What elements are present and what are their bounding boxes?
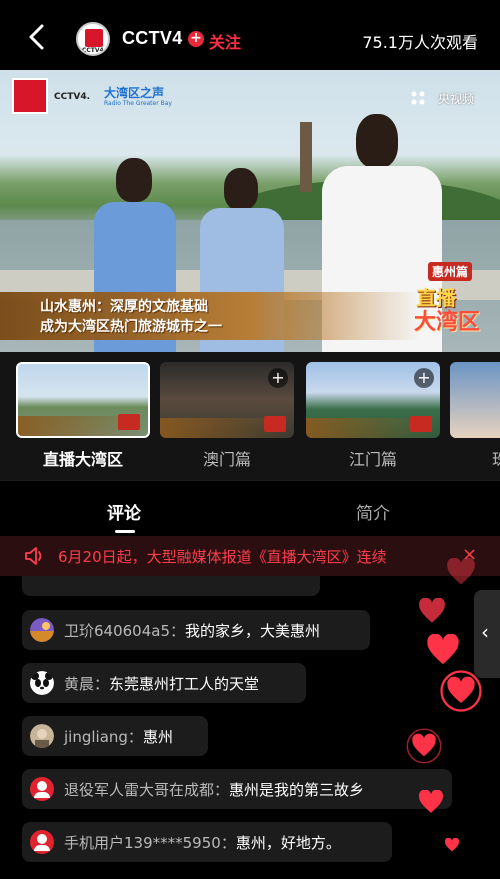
cctv4-logo-text: CCTV4. (54, 92, 90, 102)
video-scene-pagoda (300, 122, 312, 192)
comment-item: 卫玠640604a5：我的家乡，大美惠州 (22, 610, 370, 650)
comment-item: 手机用户139****5950：惠州，好地方。 (22, 822, 392, 862)
episode-thumbnail[interactable]: + (160, 362, 294, 438)
comment-username[interactable]: 手机用户139****5950 (64, 834, 221, 852)
add-icon[interactable]: + (268, 368, 288, 388)
comment-item-partial (22, 576, 320, 596)
episode-strip: + + 直播大湾区 澳门篇 江门篇 珠 (0, 352, 500, 480)
user-avatar[interactable] (30, 724, 54, 748)
add-icon[interactable]: + (414, 368, 434, 388)
comment-message: 惠州，好地方。 (235, 834, 341, 852)
comment-username[interactable]: jingliang (64, 728, 128, 746)
default-avatar-icon[interactable] (30, 830, 54, 854)
watermark-icon (411, 91, 425, 105)
default-avatar-icon[interactable] (30, 777, 54, 801)
panda-avatar[interactable] (30, 671, 54, 695)
episode-label[interactable]: 珠 (450, 446, 500, 470)
comment-username[interactable]: 退役军人雷大哥在成都 (64, 781, 214, 799)
channel-avatar[interactable]: CCTV4 (76, 22, 110, 56)
tab-intro[interactable]: 简介 (356, 499, 390, 524)
episode-thumbnail[interactable] (450, 362, 500, 438)
video-player[interactable]: CCTV4. 大湾区之声 Radio The Greater Bay 央视频 山… (0, 70, 500, 352)
comment-item: 退役军人雷大哥在成都：惠州是我的第三故乡 (22, 769, 452, 809)
side-panel-toggle[interactable]: ‹ (474, 590, 500, 678)
caption-line-2: 成为大湾区热门旅游城市之一 (40, 319, 222, 335)
channel-name[interactable]: CCTV4 (122, 28, 183, 49)
announcement-bar[interactable]: 6月20日起，大型融媒体报道《直播大湾区》连续 × (0, 536, 500, 576)
episode-thumbnail[interactable] (16, 362, 150, 438)
back-arrow-icon[interactable] (22, 22, 52, 52)
speaker-icon (25, 547, 42, 565)
heart-icon (444, 838, 460, 852)
follow-plus-icon[interactable]: + (188, 31, 204, 47)
episode-label[interactable]: 澳门篇 (160, 446, 294, 470)
follow-button[interactable]: 关注 (209, 29, 241, 53)
user-avatar[interactable] (30, 618, 54, 642)
top-bar: CCTV4 CCTV4 + 关注 75.1万人次观看 (0, 0, 500, 72)
announcement-text: 6月20日起，大型融媒体报道《直播大湾区》连续 (58, 548, 387, 566)
tab-active-indicator (115, 530, 135, 533)
heart-icon (427, 634, 459, 665)
video-watermark: 央视频 (437, 92, 474, 106)
caption-line-1: 山水惠州：深厚的文旅基础 (40, 299, 208, 315)
heart-icon (419, 598, 445, 623)
cctv4-logo (12, 78, 48, 114)
episode-label[interactable]: 江门篇 (306, 446, 440, 470)
episode-tag: 惠州篇 (428, 262, 473, 281)
heart-icon (406, 728, 442, 764)
comment-message: 我的家乡，大美惠州 (185, 622, 321, 640)
chevron-left-icon: ‹ (481, 620, 489, 644)
comment-item: 黄晨：东莞惠州打工人的天堂 (22, 663, 306, 703)
tab-comments[interactable]: 评论 (107, 499, 141, 524)
heart-icon (419, 790, 443, 813)
comment-message: 惠州 (142, 728, 173, 746)
comment-message: 东莞惠州打工人的天堂 (109, 675, 260, 693)
episode-thumbnail[interactable]: + (306, 362, 440, 438)
comment-item: jingliang：惠州 (22, 716, 208, 756)
comment-username[interactable]: 黄晨 (64, 675, 94, 693)
gba-radio-subtitle: Radio The Greater Bay (104, 100, 172, 107)
episode-label[interactable]: 直播大湾区 (16, 446, 150, 470)
heart-icon (440, 670, 482, 712)
heart-icon (447, 558, 475, 585)
show-logo-line-2: 大湾区 (414, 310, 481, 335)
comment-message: 惠州是我的第三故乡 (229, 781, 365, 799)
comment-username[interactable]: 卫玠640604a5 (64, 622, 170, 640)
viewer-count: 75.1万人次观看 (362, 33, 478, 52)
tab-bar: 评论 简介 (0, 480, 500, 536)
gba-radio-title: 大湾区之声 (104, 86, 165, 100)
